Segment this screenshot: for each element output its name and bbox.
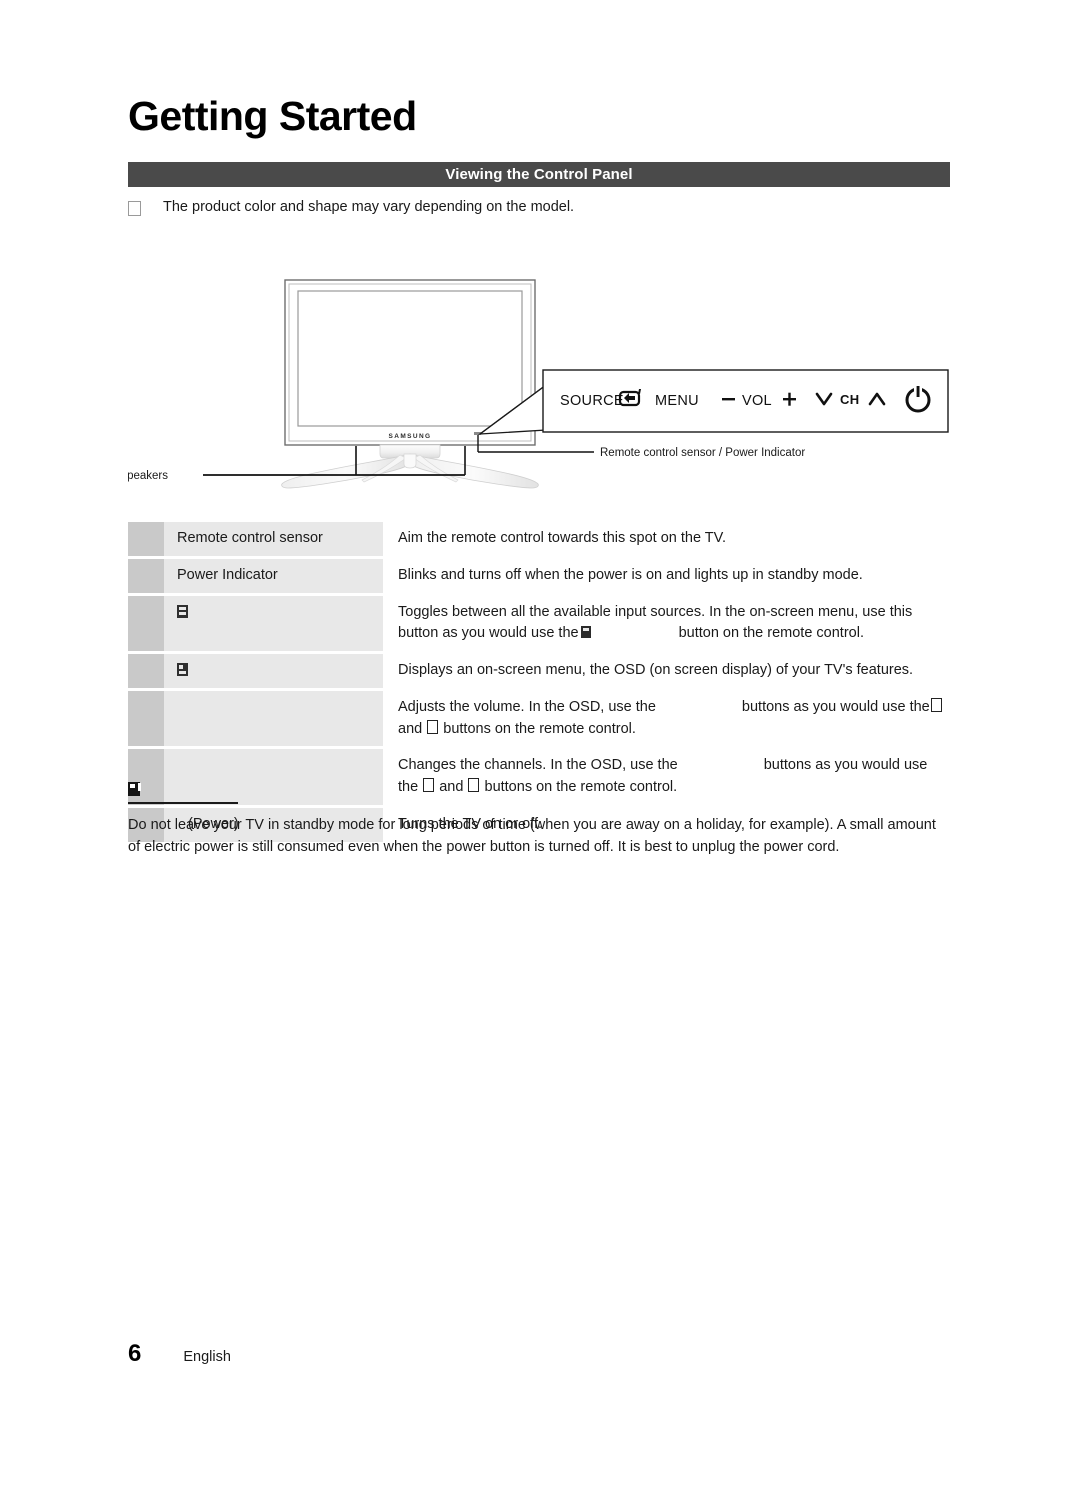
control-vol-label: VOL <box>742 393 772 409</box>
page-title: Getting Started <box>128 93 417 139</box>
tv-illustration: SAMSUNG Speakers Remote control sensor /… <box>128 268 950 498</box>
control-menu-label: MENU <box>655 393 699 409</box>
menu-glyph-icon <box>177 663 188 676</box>
row-icon-cell <box>128 654 164 688</box>
row-desc-cell: Adjusts the volume. In the OSD, use the b… <box>383 690 950 747</box>
svg-text:SAMSUNG: SAMSUNG <box>388 433 431 440</box>
row-label-cell: Power Indicator <box>164 558 383 593</box>
row-desc-part-b: button on the remote control. <box>678 625 864 642</box>
row-desc-cell: Toggles between all the available input … <box>383 595 950 651</box>
row-desc-part-d: buttons on the remote control. <box>443 720 636 737</box>
row-desc-part-b: buttons as you would use the <box>741 698 930 715</box>
page-footer: 6 English <box>128 1340 231 1368</box>
table-row: Displays an on-screen menu, the OSD (on … <box>128 654 950 688</box>
square-bullet-icon <box>128 201 141 216</box>
footer-language: English <box>183 1349 231 1365</box>
control-ch-label: CH <box>840 392 859 407</box>
table-row: Remote control sensor Aim the remote con… <box>128 522 950 556</box>
row-label-cell <box>164 690 383 747</box>
page-number: 6 <box>128 1340 142 1367</box>
table-row: Toggles between all the available input … <box>128 595 950 651</box>
row-label-cell <box>164 595 383 651</box>
note-glyph-icon <box>128 782 141 796</box>
row-label-cell: Remote control sensor <box>164 522 383 556</box>
speakers-callout-label: Speakers <box>128 470 168 482</box>
row-icon-cell <box>128 595 164 651</box>
section-header-bar: Viewing the Control Panel <box>128 162 950 187</box>
note-header <box>128 782 950 804</box>
row-desc-part-a: Changes the channels. In the OSD, use th… <box>398 757 678 774</box>
row-desc-cell: Blinks and turns off when the power is o… <box>383 558 950 593</box>
missing-glyph-icon <box>427 719 439 734</box>
sensor-callout-label: Remote control sensor / Power Indicator <box>600 447 805 459</box>
row-desc-part-c: and <box>398 720 423 737</box>
manual-page: Getting Started Viewing the Control Pane… <box>0 0 1080 1494</box>
section-header-label: Viewing the Control Panel <box>445 166 633 183</box>
row-label-cell <box>164 654 383 688</box>
row-desc-cell: Displays an on-screen menu, the OSD (on … <box>383 654 950 688</box>
enter-glyph-icon <box>580 626 591 639</box>
table-row: Adjusts the volume. In the OSD, use the b… <box>128 690 950 747</box>
row-icon-cell <box>128 690 164 747</box>
row-icon-cell <box>128 522 164 556</box>
intro-note-row: The product color and shape may vary dep… <box>128 198 950 218</box>
note-divider <box>128 802 238 804</box>
row-desc-cell: Aim the remote control towards this spot… <box>383 522 950 556</box>
missing-glyph-icon <box>930 697 942 712</box>
table-row: Power Indicator Blinks and turns off whe… <box>128 558 950 593</box>
note-text: Do not leave your TV in standby mode for… <box>128 817 936 856</box>
note-block: Do not leave your TV in standby mode for… <box>128 782 950 859</box>
row-desc-part-a: Adjusts the volume. In the OSD, use the <box>398 698 656 715</box>
source-glyph-icon <box>177 604 188 618</box>
control-source-label: SOURCE <box>560 393 624 409</box>
intro-note-text: The product color and shape may vary dep… <box>163 199 575 215</box>
row-icon-cell <box>128 558 164 593</box>
